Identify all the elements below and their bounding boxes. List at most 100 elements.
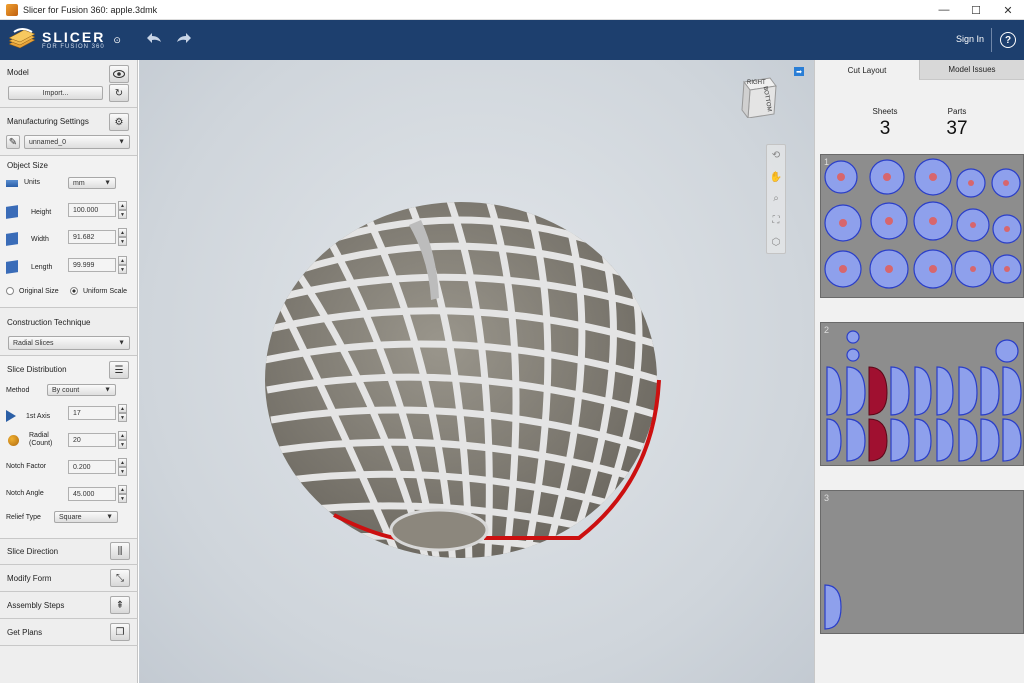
sign-in-link[interactable]: Sign In — [956, 34, 984, 44]
sheets-stat: Sheets 3 — [865, 107, 905, 140]
axis1-label: 1st Axis — [26, 412, 51, 420]
length-row: Length — [6, 260, 52, 274]
window-title: Slicer for Fusion 360: apple.3dmk — [23, 4, 158, 15]
length-input[interactable]: 99.999 — [68, 258, 116, 272]
parts-stat: Parts 37 — [937, 107, 977, 140]
zoom-magnifier-icon[interactable]: ⌕ — [773, 193, 779, 204]
gear-icon[interactable]: ⚙ — [109, 113, 129, 131]
height-input[interactable]: 100.000 — [68, 203, 116, 217]
construction-select[interactable]: Radial Slices ▼ — [8, 336, 130, 350]
sheet-1[interactable]: 1 — [820, 154, 1024, 298]
height-spinner[interactable]: ▲ ▼ — [118, 201, 127, 219]
sheet-3[interactable]: 3 — [820, 490, 1024, 634]
units-value: mm — [73, 179, 85, 187]
method-label: Method — [6, 387, 30, 394]
sheet-2[interactable]: 2 — [820, 322, 1024, 466]
units-label: Units — [24, 179, 40, 186]
method-select[interactable]: By count ▼ — [47, 384, 116, 396]
axis1-spinner[interactable]: ▲ ▼ — [118, 404, 127, 422]
axis1-row: 1st Axis — [6, 410, 50, 422]
assembly-steps-item[interactable]: Assembly Steps ⇞ — [0, 592, 138, 619]
minimize-button[interactable]: — — [928, 0, 960, 20]
radio-checked-icon — [70, 287, 78, 295]
visibility-eye-icon[interactable] — [109, 65, 129, 83]
app-icon — [6, 3, 18, 16]
ruler-icon — [6, 180, 18, 187]
model-section: Model Import... ↻ — [0, 60, 137, 108]
units-select[interactable]: mm ▼ — [68, 177, 116, 189]
notch-factor-spinner[interactable]: ▲ ▼ — [118, 458, 127, 476]
chevron-down-icon: ▼ — [118, 339, 125, 347]
radial-input[interactable]: 20 — [68, 433, 116, 447]
3d-viewport[interactable]: RIGHT BOTTOM ➡ ⟲ ✋ ⌕ ⛶ ⬡ — [139, 60, 814, 683]
height-row: Height — [6, 205, 52, 219]
tab-cut-layout[interactable]: Cut Layout — [815, 60, 919, 80]
sheet-2-parts — [826, 330, 1022, 462]
apple-model-render[interactable] — [139, 60, 814, 683]
get-plans-item[interactable]: Get Plans ❐ — [0, 619, 138, 646]
assembly-steps-icon[interactable]: ⇞ — [110, 596, 130, 614]
sheet-1-parts — [824, 158, 1022, 289]
manufacturing-preset-select[interactable]: unnamed_0 ▼ — [24, 135, 130, 149]
axis1-input[interactable]: 17 — [68, 406, 116, 420]
modify-form-icon[interactable]: ⤡ — [110, 569, 130, 587]
height-label: Height — [31, 208, 52, 216]
sheets-count: 3 — [879, 118, 891, 139]
parts-label: Parts — [947, 107, 967, 116]
fit-view-icon[interactable]: ⛶ — [773, 215, 780, 226]
radial-circle-icon — [8, 434, 19, 446]
pencil-icon[interactable]: ✎ — [6, 135, 20, 149]
list-menu-icon[interactable]: ☰ — [109, 361, 129, 379]
help-icon[interactable]: ? — [1000, 32, 1016, 48]
chevron-down-icon: ▼ — [104, 386, 111, 394]
length-spinner[interactable]: ▲ ▼ — [118, 256, 127, 274]
width-cube-icon — [6, 232, 18, 246]
uniform-scale-radio[interactable]: Uniform Scale — [70, 287, 127, 295]
close-button[interactable]: ✕ — [992, 0, 1024, 20]
slice-direction-icon[interactable]: ⫼ — [110, 542, 130, 560]
slice-distribution-section: Slice Distribution ☰ Method By count ▼ 1… — [0, 356, 137, 539]
refresh-icon[interactable]: ↻ — [109, 84, 129, 102]
pan-hand-icon[interactable]: ✋ — [770, 172, 782, 183]
manufacturing-section: Manufacturing Settings ⚙ ✎ unnamed_0 ▼ — [0, 108, 137, 156]
sheet-number: 2 — [824, 325, 830, 335]
home-cube-icon[interactable]: ⬡ — [772, 237, 781, 248]
notch-factor-input[interactable]: 0.200 — [68, 460, 116, 474]
radial-spinner[interactable]: ▲ ▼ — [118, 431, 127, 449]
height-cube-icon — [6, 205, 18, 219]
tab-model-issues[interactable]: Model Issues — [919, 60, 1024, 80]
undo-icon[interactable] — [145, 31, 163, 49]
parts-count: 37 — [946, 118, 968, 139]
notch-factor-label: Notch Factor — [6, 463, 47, 470]
width-input[interactable]: 91.682 — [68, 230, 116, 244]
modify-form-item[interactable]: Modify Form ⤡ — [0, 565, 138, 592]
notch-angle-input[interactable]: 45.000 — [68, 487, 116, 501]
preset-value: unnamed_0 — [29, 138, 66, 146]
relief-type-select[interactable]: Square ▼ — [54, 511, 118, 523]
original-size-label: Original Size — [19, 287, 59, 295]
navigation-toolbar: ⟲ ✋ ⌕ ⛶ ⬡ — [766, 144, 786, 254]
app-logo-text: SLICER FOR FUSION 360 — [42, 30, 105, 50]
redo-icon[interactable] — [175, 31, 193, 49]
get-plans-icon[interactable]: ❐ — [110, 623, 130, 641]
sheets-label: Sheets — [872, 107, 898, 116]
construction-section: Construction Technique Radial Slices ▼ — [0, 308, 137, 356]
chevron-down-icon: ▼ — [106, 513, 113, 521]
width-spinner[interactable]: ▲ ▼ — [118, 228, 127, 246]
expand-panel-icon[interactable]: ➡ — [794, 67, 804, 76]
slicer-logo-icon — [6, 24, 38, 56]
app-menu-chevron-icon[interactable]: ⊙ — [113, 35, 121, 46]
notch-angle-spinner[interactable]: ▲ ▼ — [118, 485, 127, 503]
original-size-radio[interactable]: Original Size — [6, 287, 59, 295]
window-controls: — ☐ ✕ — [928, 0, 1024, 20]
view-cube[interactable]: RIGHT BOTTOM — [740, 74, 780, 120]
maximize-button[interactable]: ☐ — [960, 0, 992, 20]
sheet-3-parts — [824, 584, 842, 630]
slice-direction-item[interactable]: Slice Direction ⫼ — [0, 538, 138, 565]
radial-sublabel: (Count) — [29, 440, 53, 448]
sheet-number: 1 — [824, 157, 830, 167]
chevron-down-icon: ▼ — [118, 138, 125, 146]
import-button[interactable]: Import... — [8, 86, 103, 100]
assembly-steps-label: Assembly Steps — [7, 600, 65, 610]
orbit-icon[interactable]: ⟲ — [772, 150, 780, 161]
